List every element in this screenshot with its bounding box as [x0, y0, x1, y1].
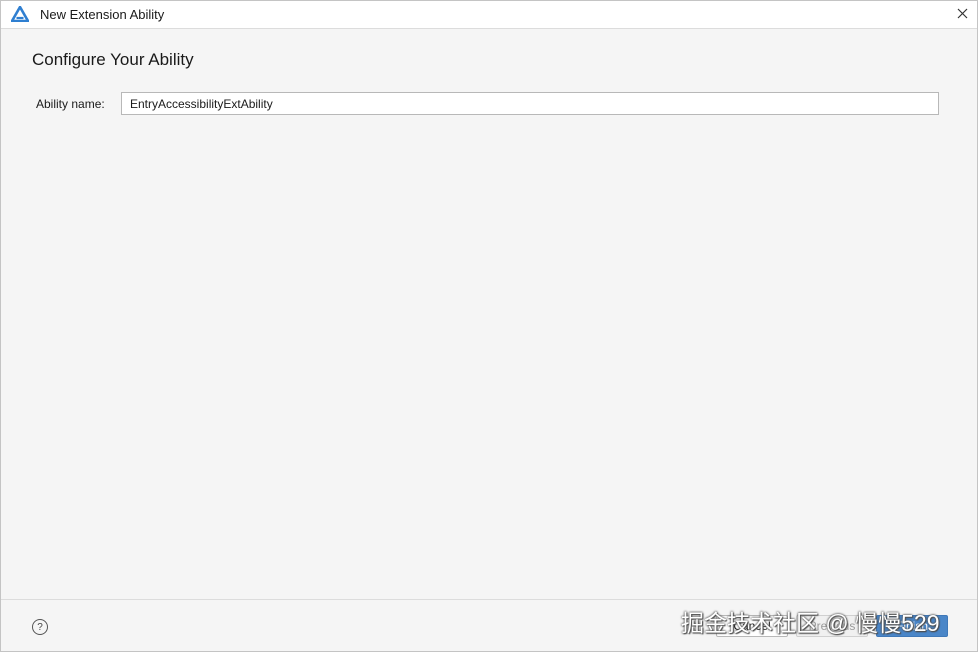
- close-button[interactable]: [947, 1, 977, 28]
- ability-name-label: Ability name:: [36, 97, 105, 111]
- dialog-window: New Extension Ability Configure Your Abi…: [0, 0, 978, 652]
- help-icon: ?: [37, 621, 43, 633]
- window-title: New Extension Ability: [40, 7, 165, 22]
- app-logo-icon: [10, 5, 30, 23]
- title-bar: New Extension Ability: [1, 1, 977, 29]
- previous-button[interactable]: Previous: [796, 615, 868, 637]
- footer-divider: [1, 599, 977, 600]
- cancel-button[interactable]: Cancel: [716, 615, 788, 637]
- close-icon: [957, 6, 968, 24]
- ability-name-input[interactable]: [121, 92, 939, 115]
- finish-button[interactable]: Finish: [876, 615, 948, 637]
- help-button[interactable]: ?: [32, 619, 48, 635]
- page-title: Configure Your Ability: [32, 50, 194, 69]
